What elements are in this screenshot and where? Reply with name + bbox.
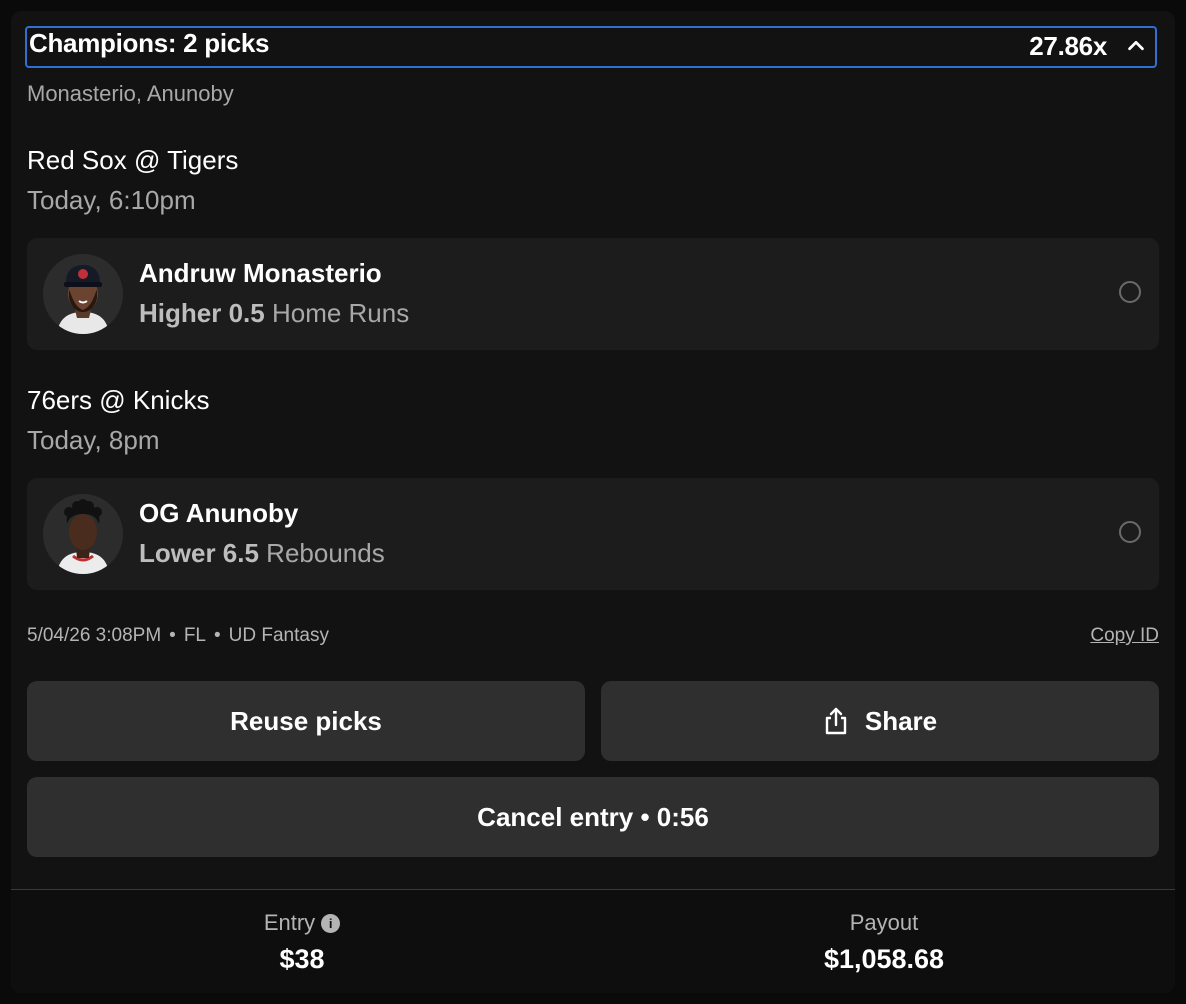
players-summary: Monasterio, Anunoby: [27, 81, 234, 106]
entry-label-row: Entry i: [263, 910, 341, 936]
player-headshot-icon: [43, 254, 123, 334]
reuse-picks-button[interactable]: Reuse picks: [27, 681, 585, 761]
entry-platform: UD Fantasy: [228, 625, 329, 646]
entry-footer: Entry i $38 Payout $1,058.68: [11, 890, 1175, 993]
copy-id-link[interactable]: Copy ID: [1090, 625, 1159, 647]
separator-dot: •: [169, 625, 176, 646]
entry-meta: 5/04/26 3:08PM • FL • UD Fantasy: [27, 625, 329, 647]
pick-line: Lower 6.5 Rebounds: [139, 538, 385, 569]
entry-datetime: 5/04/26 3:08PM: [27, 625, 162, 646]
player-headshot-icon: [43, 494, 123, 574]
entry-state: FL: [183, 625, 206, 646]
payout-column: Payout $1,058.68: [593, 910, 1175, 975]
chevron-up-icon[interactable]: [1125, 35, 1147, 57]
reuse-picks-label: Reuse picks: [230, 705, 382, 736]
cancel-entry-label: Cancel entry • 0:56: [477, 801, 709, 832]
pick-status-radio: [1119, 281, 1141, 303]
payout-amount: $1,058.68: [823, 944, 945, 974]
cancel-entry-button[interactable]: Cancel entry • 0:56: [27, 777, 1159, 857]
player-name: OG Anunoby: [139, 498, 299, 528]
entry-title: Champions: 2 picks: [29, 27, 270, 58]
pick-direction: Lower 6.5: [139, 538, 259, 568]
separator-dot: •: [214, 625, 221, 646]
pick-card[interactable]: OG Anunoby Lower 6.5 Rebounds: [27, 478, 1159, 590]
entry-header-right: 27.86x: [1029, 31, 1155, 62]
game-matchup: Red Sox @ Tigers: [27, 145, 239, 175]
pick-direction: Higher 0.5: [139, 298, 265, 328]
game-time: Today, 8pm: [27, 425, 160, 455]
entry-label: Entry: [263, 910, 316, 935]
pick-line: Higher 0.5 Home Runs: [139, 298, 409, 329]
player-name: Andruw Monasterio: [139, 258, 382, 288]
share-button[interactable]: Share: [601, 681, 1159, 761]
game-time: Today, 6:10pm: [27, 185, 196, 215]
payout-label: Payout: [849, 910, 919, 935]
pick-status-radio: [1119, 521, 1141, 543]
game-matchup: 76ers @ Knicks: [27, 385, 210, 415]
share-label: Share: [864, 705, 938, 736]
pick-stat: Rebounds: [266, 538, 385, 568]
pick-stat: Home Runs: [271, 298, 410, 328]
pick-card[interactable]: Andruw Monasterio Higher 0.5 Home Runs: [27, 238, 1159, 350]
entry-header[interactable]: Champions: 2 picks 27.86x: [25, 26, 1157, 68]
payout-multiplier: 27.86x: [1029, 30, 1107, 61]
entry-card: Champions: 2 picks 27.86x Monasterio, An…: [11, 11, 1175, 993]
info-icon[interactable]: i: [321, 913, 341, 933]
share-icon: [825, 707, 847, 735]
entry-amount: $38: [279, 944, 325, 974]
entry-column: Entry i $38: [11, 910, 593, 975]
